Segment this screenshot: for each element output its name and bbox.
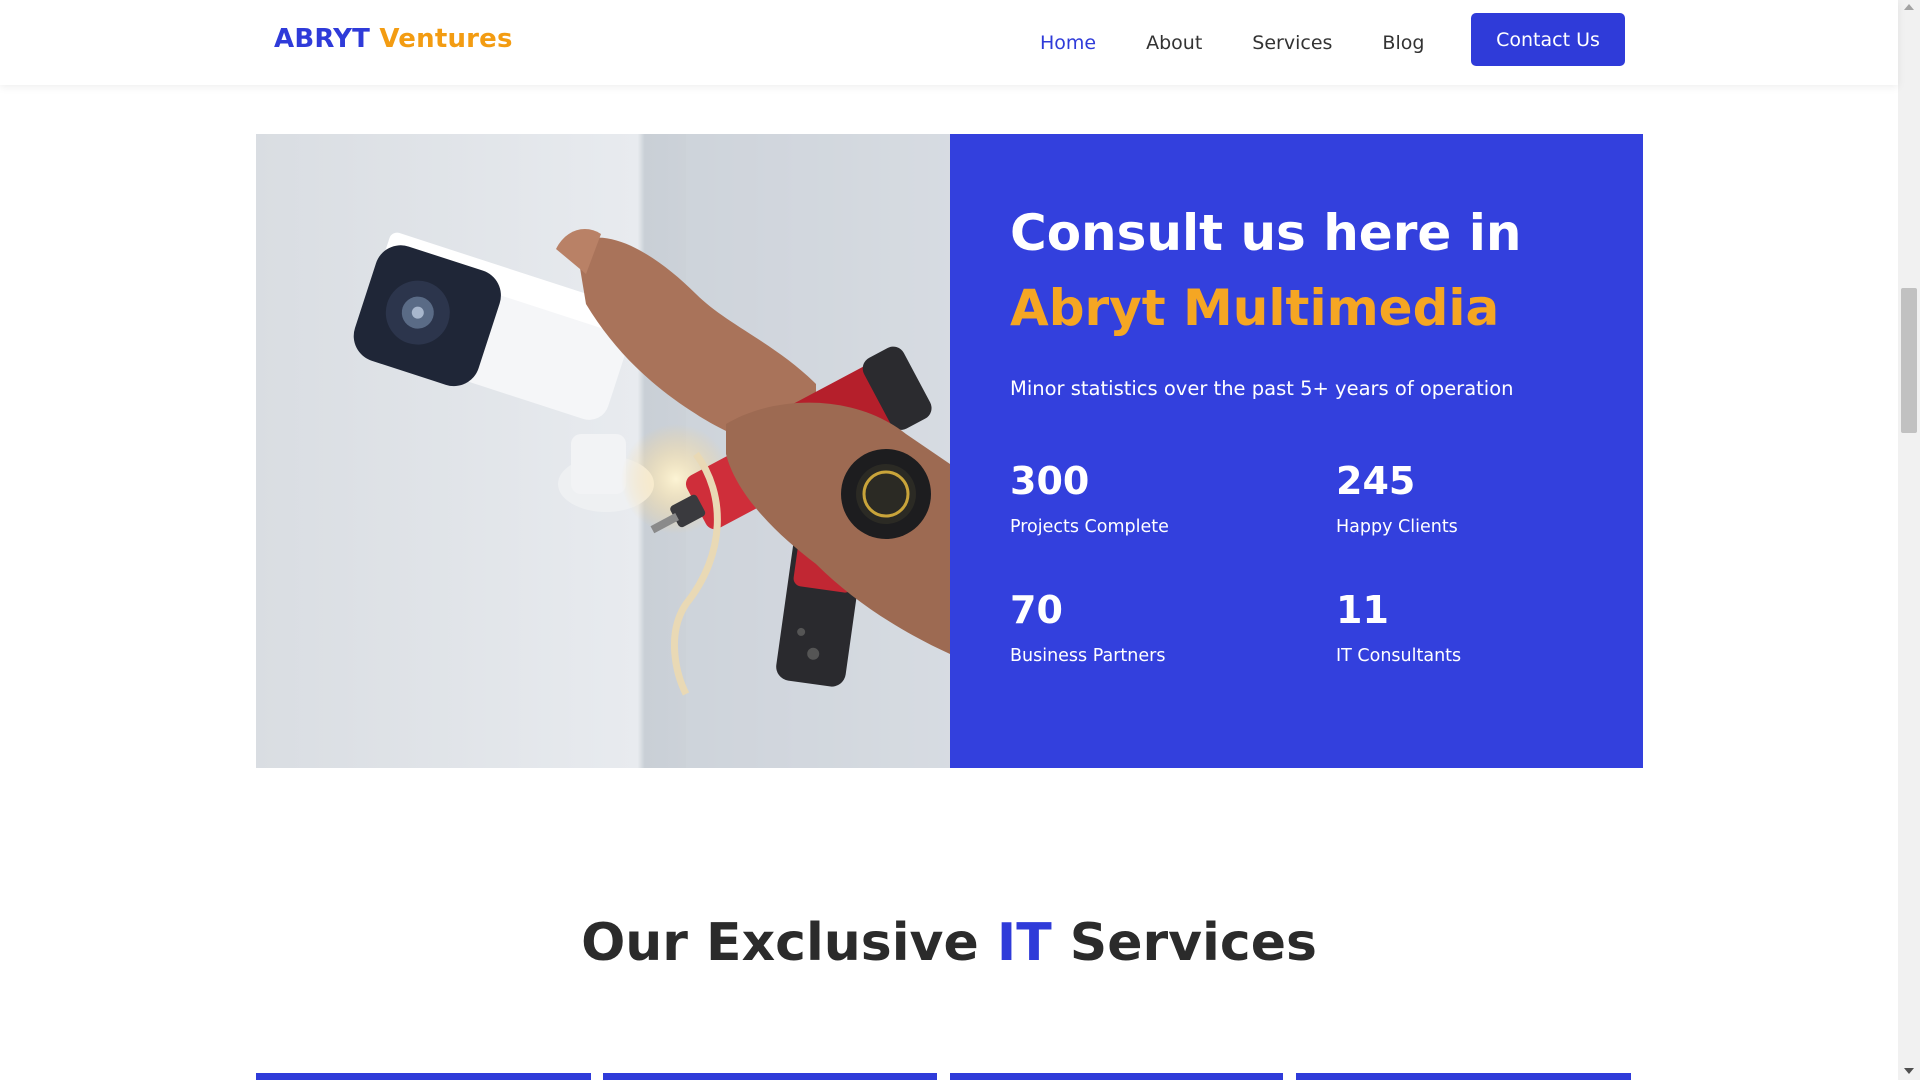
stat-value: 245 bbox=[1336, 459, 1416, 503]
brand-name-part2: Ventures bbox=[379, 24, 513, 54]
stats-heading: Consult us here in Abryt Multimedia bbox=[1010, 196, 1521, 346]
stats-heading-line1: Consult us here in bbox=[1010, 204, 1522, 262]
brand-logo[interactable]: ABRYT Ventures bbox=[274, 24, 513, 54]
stats-panel: Consult us here in Abryt Multimedia Mino… bbox=[950, 134, 1643, 768]
stats-heading-line2: Abryt Multimedia bbox=[1010, 279, 1500, 337]
service-card[interactable] bbox=[1296, 1073, 1631, 1080]
nav-about-link[interactable]: About bbox=[1146, 32, 1202, 54]
stat-clients: 245 Happy Clients bbox=[1336, 459, 1458, 537]
services-heading-accent: IT bbox=[996, 913, 1052, 973]
stats-subtitle: Minor statistics over the past 5+ years … bbox=[1010, 377, 1514, 400]
page-scrollbar[interactable] bbox=[1898, 0, 1920, 1080]
stat-label: Business Partners bbox=[1010, 646, 1166, 666]
contact-us-button[interactable]: Contact Us bbox=[1471, 13, 1625, 66]
service-card[interactable] bbox=[256, 1073, 591, 1080]
scroll-thumb[interactable] bbox=[1901, 288, 1917, 433]
stat-value: 300 bbox=[1010, 459, 1090, 503]
service-card[interactable] bbox=[950, 1073, 1283, 1080]
stat-value: 70 bbox=[1010, 588, 1063, 632]
cctv-installation-image bbox=[256, 134, 950, 768]
scroll-up-arrow-icon[interactable] bbox=[1904, 4, 1914, 10]
stat-label: Projects Complete bbox=[1010, 517, 1169, 537]
stat-projects: 300 Projects Complete bbox=[1010, 459, 1169, 537]
nav-home-link[interactable]: Home bbox=[1040, 32, 1096, 54]
brand-name-part1: ABRYT bbox=[274, 24, 371, 54]
stat-label: IT Consultants bbox=[1336, 646, 1462, 666]
service-card[interactable] bbox=[603, 1073, 937, 1080]
services-heading-start: Our Exclusive bbox=[581, 913, 979, 973]
nav-services-link[interactable]: Services bbox=[1252, 32, 1332, 54]
main-nav: Home About Services Blog bbox=[1040, 0, 1474, 85]
scroll-down-arrow-icon[interactable] bbox=[1904, 1068, 1914, 1074]
services-heading: Our Exclusive IT Services bbox=[0, 913, 1898, 973]
site-header: ABRYT Ventures Home About Services Blog … bbox=[0, 0, 1898, 85]
stat-partners: 70 Business Partners bbox=[1010, 588, 1165, 666]
stat-consultants: 11 IT Consultants bbox=[1336, 588, 1461, 666]
stat-label: Happy Clients bbox=[1336, 517, 1458, 537]
stat-value: 11 bbox=[1336, 588, 1389, 632]
services-heading-end: Services bbox=[1069, 913, 1317, 973]
nav-blog-link[interactable]: Blog bbox=[1382, 32, 1424, 54]
